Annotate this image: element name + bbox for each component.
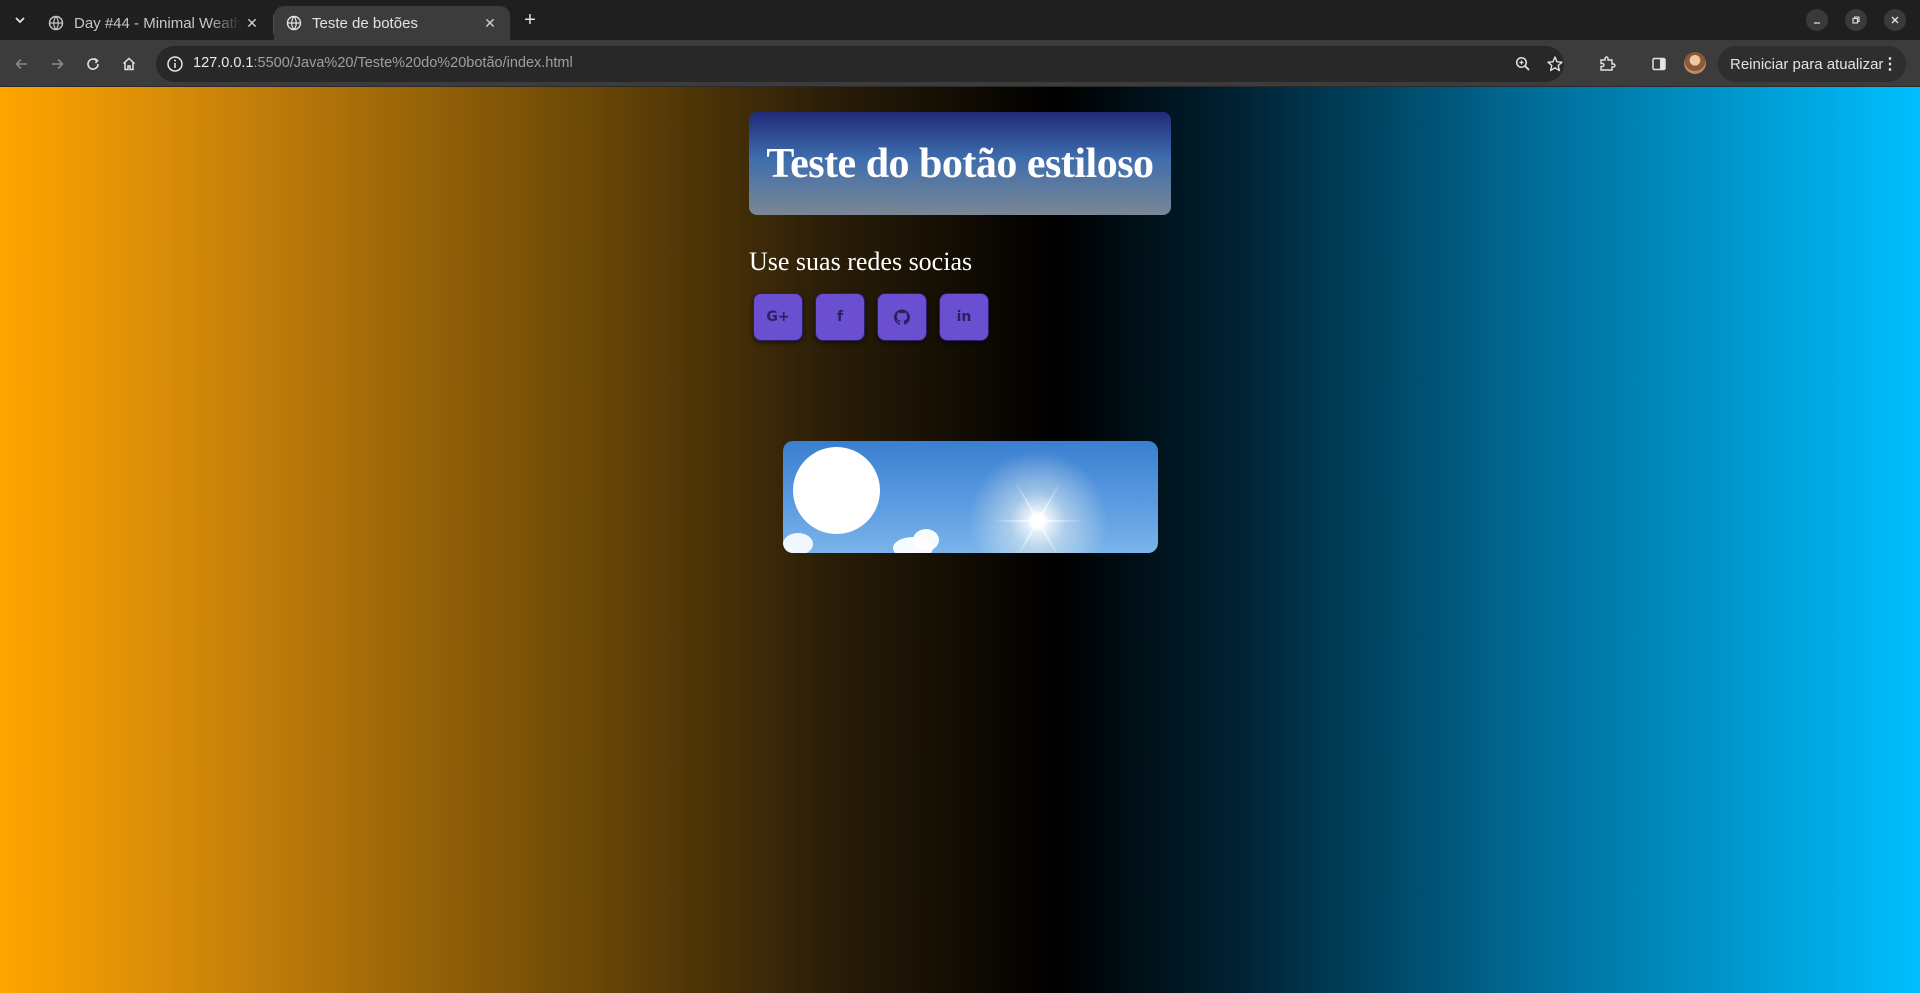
info-icon[interactable] (166, 55, 184, 73)
tab-teste-de-botoes[interactable]: Teste de botões ✕ (274, 6, 510, 40)
browser-toolbar: 127.0.0.1:5500/Java%20/Teste%20do%20botã… (0, 40, 1920, 87)
page-title: Teste do botão estiloso (766, 140, 1154, 187)
social-subtitle: Use suas redes socias (749, 247, 973, 276)
close-window-icon[interactable] (1884, 9, 1906, 31)
github-button[interactable] (877, 293, 927, 341)
cloud (783, 533, 813, 553)
chevron-down-icon[interactable] (8, 8, 32, 32)
linkedin-button[interactable]: in (939, 293, 989, 341)
globe-icon (48, 15, 64, 31)
arrow-right-icon[interactable] (44, 51, 70, 77)
address-bar[interactable]: 127.0.0.1:5500/Java%20/Teste%20do%20botã… (156, 46, 1564, 82)
facebook-button[interactable]: f (815, 293, 865, 341)
puzzle-icon[interactable] (1594, 51, 1620, 77)
profile-avatar[interactable] (1684, 52, 1706, 74)
globe-icon (286, 15, 302, 31)
url-host: 127.0.0.1 (193, 55, 254, 71)
linkedin-icon: in (956, 309, 972, 325)
tab-strip: Day #44 - Minimal Weath ✕ Teste de botõe… (0, 0, 1920, 40)
side-panel-icon[interactable] (1646, 51, 1672, 77)
tab-title: Day #44 - Minimal Weath (74, 14, 242, 32)
social-buttons: G+ f in (753, 293, 989, 343)
star-icon[interactable] (1546, 55, 1564, 73)
restore-icon[interactable] (1845, 9, 1867, 31)
title-box: Teste do botão estiloso (749, 112, 1171, 215)
zoom-icon[interactable] (1514, 55, 1532, 73)
google-plus-button[interactable]: G+ (753, 293, 803, 341)
plus-icon[interactable]: + (518, 8, 542, 32)
update-label: Reiniciar para atualizar (1730, 55, 1884, 73)
minimize-icon[interactable] (1806, 9, 1828, 31)
home-icon[interactable] (116, 51, 142, 77)
page-viewport: Teste do botão estiloso Use suas redes s… (0, 87, 1920, 993)
github-icon (894, 309, 910, 325)
restart-to-update-button[interactable]: Reiniciar para atualizar ⋮ (1718, 46, 1906, 82)
google-plus-icon: G+ (766, 309, 790, 325)
reload-icon[interactable] (80, 51, 106, 77)
cloud (913, 529, 939, 551)
url-text: 127.0.0.1:5500/Java%20/Teste%20do%20botã… (193, 55, 573, 71)
arrow-left-icon[interactable] (9, 51, 35, 77)
weather-card[interactable] (783, 441, 1158, 553)
facebook-icon: f (836, 309, 844, 325)
close-icon[interactable]: ✕ (242, 13, 262, 33)
close-icon[interactable]: ✕ (480, 13, 500, 33)
tab-day-44[interactable]: Day #44 - Minimal Weath ✕ (36, 6, 272, 40)
weather-toggle-circle[interactable] (793, 447, 880, 534)
url-path: :5500/Java%20/Teste%20do%20botão/index.h… (253, 55, 573, 71)
tab-title: Teste de botões (312, 14, 418, 32)
kebab-menu-icon[interactable]: ⋮ (1880, 54, 1900, 74)
